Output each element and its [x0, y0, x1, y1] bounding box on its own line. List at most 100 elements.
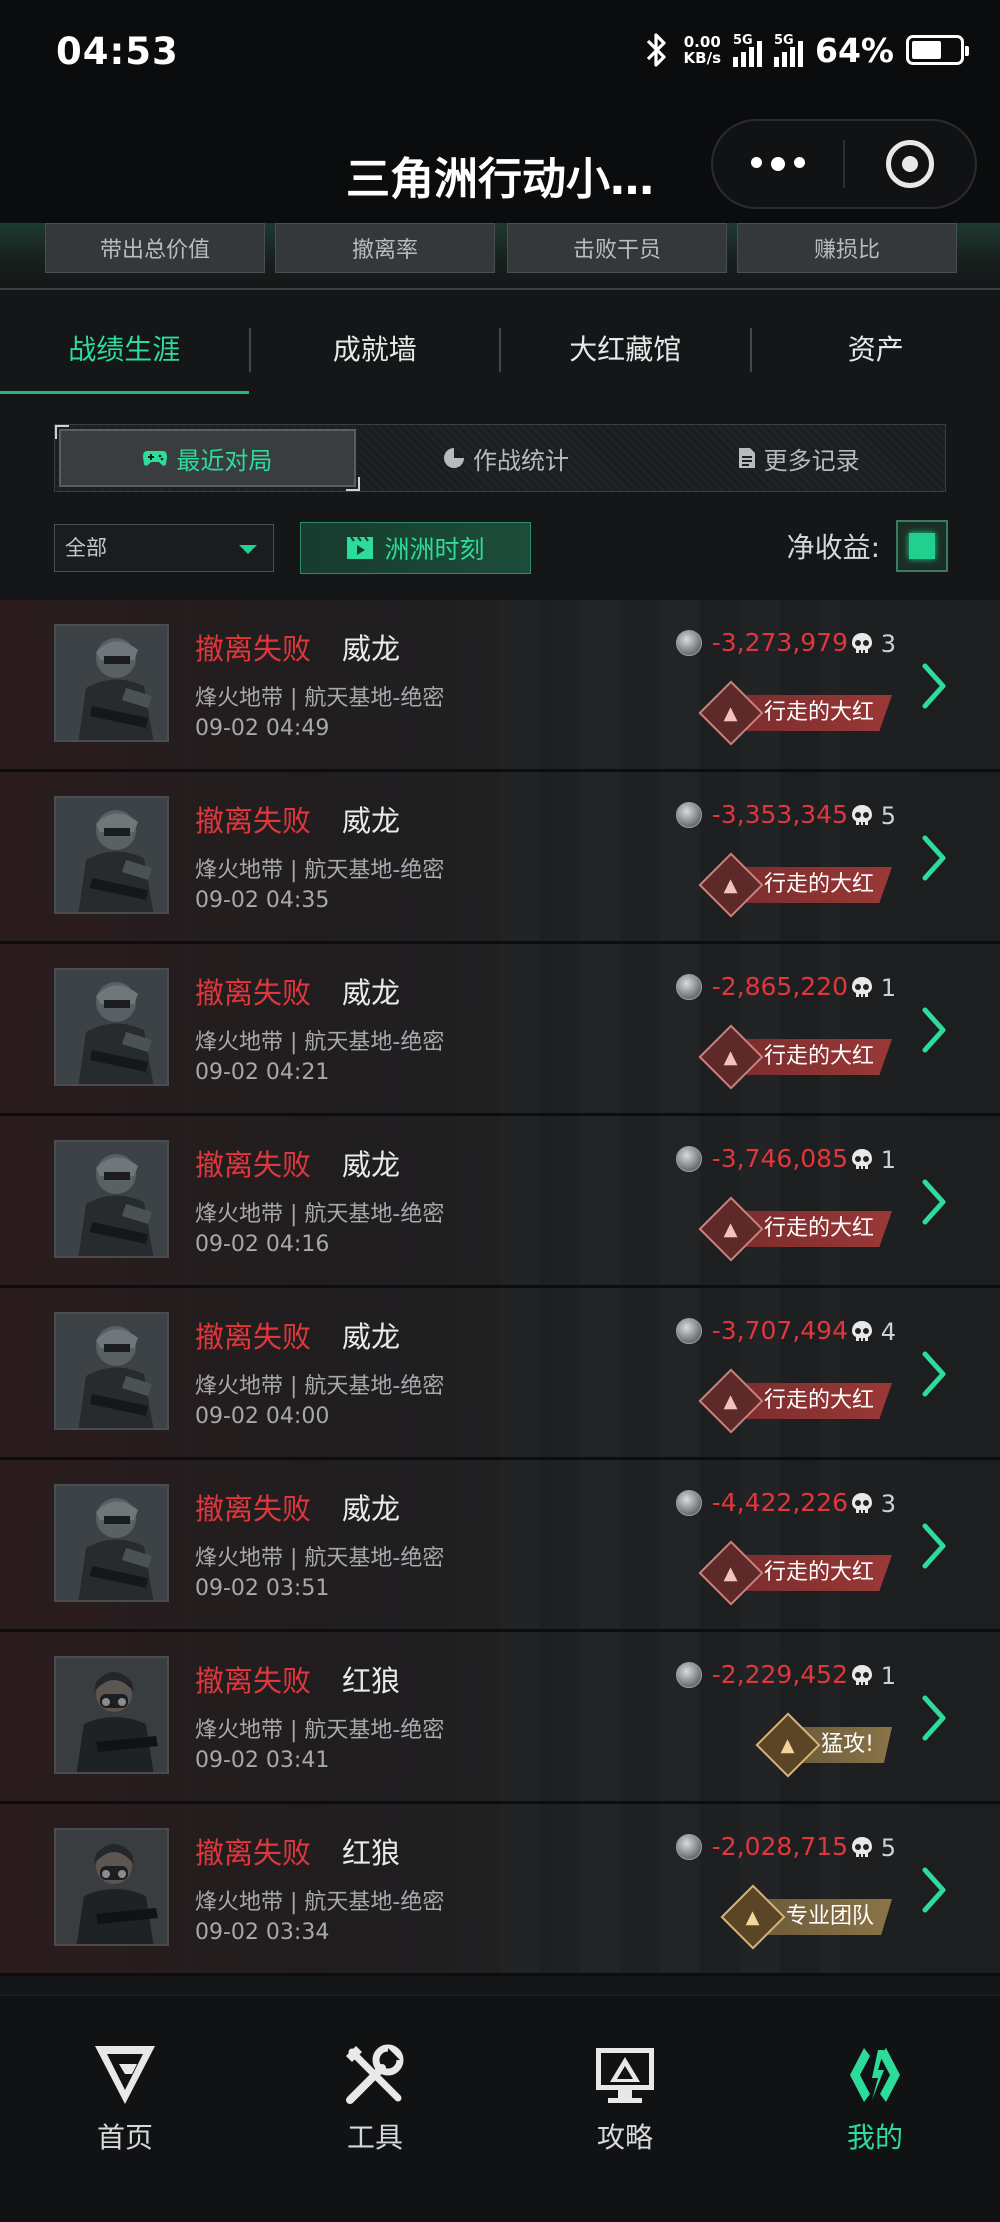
match-record-row[interactable]: 撤离失败 威龙 烽火地带 | 航天基地-绝密 09-02 03:51 -4,42… [0, 1460, 1000, 1632]
match-record-row[interactable]: 撤离失败 威龙 烽火地带 | 航天基地-绝密 09-02 04:16 -3,74… [0, 1116, 1000, 1288]
match-badge: ▲ 猛攻! [755, 1712, 892, 1778]
match-record-row[interactable]: 撤离失败 威龙 烽火地带 | 航天基地-绝密 09-02 04:49 -3,27… [0, 600, 1000, 772]
kill-count: 1 [851, 1662, 896, 1690]
coin-icon [675, 1145, 702, 1172]
match-mode-map: 烽火地带 | 航天基地-绝密 [195, 858, 445, 883]
stat-extraction-rate[interactable]: 撤离率 [275, 223, 495, 273]
operator-name: 威龙 [342, 976, 401, 1010]
signal-icon: 5G [774, 33, 803, 67]
value-amount: -2,028,715 [711, 1832, 848, 1861]
tab-career[interactable]: 战绩生涯 [0, 290, 249, 394]
kill-number: 1 [880, 974, 896, 1002]
network-type-label: 5G [774, 33, 794, 48]
nav-label: 我的 [846, 2121, 903, 2154]
close-miniprogram-button[interactable] [845, 140, 975, 188]
match-value: -2,028,715 [675, 1832, 848, 1861]
miniprogram-capsule [711, 119, 977, 209]
tab-assets[interactable]: 资产 [752, 290, 1000, 394]
chevron-right-icon[interactable] [920, 1522, 948, 1570]
match-result: 撤离失败 [195, 1148, 312, 1182]
mode-filter-dropdown[interactable]: 全部 [54, 524, 274, 572]
chevron-right-icon[interactable] [920, 834, 948, 882]
match-mode-map: 烽火地带 | 航天基地-绝密 [195, 686, 445, 711]
home-logo-icon [95, 2046, 155, 2104]
operator-name: 威龙 [342, 804, 401, 838]
kill-number: 1 [880, 1662, 896, 1690]
net-speed-value: 0.00 [683, 33, 721, 51]
nav-label: 首页 [96, 2121, 153, 2154]
segment-recent-matches[interactable]: 最近对局 [55, 425, 360, 491]
gamepad-icon [143, 451, 168, 466]
match-value: -2,865,220 [675, 972, 848, 1001]
kill-number: 3 [880, 630, 896, 658]
match-time: 09-02 04:00 [195, 1404, 330, 1429]
match-result: 撤离失败 [195, 1492, 312, 1526]
tab-red-collection[interactable]: 大红藏馆 [501, 290, 750, 394]
match-badge: ▲ 行走的大红 [698, 680, 892, 746]
kill-number: 5 [880, 1834, 896, 1862]
coin-icon [675, 801, 702, 828]
value-amount: -2,865,220 [711, 972, 848, 1001]
tab-achievements[interactable]: 成就墙 [251, 290, 500, 394]
value-amount: -3,746,085 [711, 1144, 848, 1173]
match-result: 撤离失败 [195, 632, 312, 666]
skull-icon [851, 1149, 872, 1169]
operator-name: 威龙 [342, 1492, 401, 1526]
document-icon [738, 448, 755, 468]
chevron-right-icon[interactable] [920, 1694, 948, 1742]
badge-emblem-icon: ▲ [720, 1884, 786, 1950]
chevron-right-icon[interactable] [920, 1350, 948, 1398]
chevron-right-icon[interactable] [920, 662, 948, 710]
net-profit-checkbox[interactable] [896, 520, 948, 572]
operator-avatar [54, 1656, 169, 1774]
net-speed-unit: KB/s [683, 49, 721, 67]
chevron-right-icon[interactable] [920, 1006, 948, 1054]
nav-profile[interactable]: 我的 [750, 1996, 1000, 2222]
match-mode-map: 烽火地带 | 航天基地-绝密 [195, 1374, 445, 1399]
guide-icon [596, 2048, 654, 2103]
operator-name: 红狼 [342, 1836, 401, 1870]
match-time: 09-02 04:35 [195, 888, 330, 913]
value-amount: -2,229,452 [711, 1660, 848, 1689]
match-record-row[interactable]: 撤离失败 威龙 烽火地带 | 航天基地-绝密 09-02 04:00 -3,70… [0, 1288, 1000, 1460]
stat-kills[interactable]: 击败干员 [507, 223, 727, 273]
kill-count: 3 [851, 1490, 896, 1518]
pie-chart-icon [444, 448, 464, 468]
main-tabs: 战绩生涯 成就墙 大红藏馆 资产 [0, 290, 1000, 394]
segment-more-records[interactable]: 更多记录 [652, 425, 945, 491]
clock: 04:53 [56, 30, 179, 73]
net-speed: 0.00 KB/s [684, 34, 721, 66]
match-mode-map: 烽火地带 | 航天基地-绝密 [195, 1890, 445, 1915]
match-record-row[interactable]: 撤离失败 红狼 烽火地带 | 航天基地-绝密 09-02 03:34 -2,02… [0, 1804, 1000, 1976]
match-result: 撤离失败 [195, 1320, 312, 1354]
chevron-right-icon[interactable] [920, 1178, 948, 1226]
nav-guide[interactable]: 攻略 [500, 1996, 750, 2222]
bluetooth-icon [646, 33, 666, 67]
match-mode-map: 烽火地带 | 航天基地-绝密 [195, 1546, 445, 1571]
kill-count: 5 [851, 1834, 896, 1862]
skull-icon [851, 805, 872, 825]
profile-icon [850, 2048, 900, 2102]
match-record-row[interactable]: 撤离失败 红狼 烽火地带 | 航天基地-绝密 09-02 03:41 -2,22… [0, 1632, 1000, 1804]
skull-icon [851, 633, 872, 653]
stat-profit-ratio[interactable]: 赚损比 [737, 223, 957, 273]
nav-tools[interactable]: 工具 [250, 1996, 500, 2222]
nav-home[interactable]: 首页 [0, 1996, 250, 2222]
skull-icon [851, 1321, 872, 1341]
badge-emblem-icon: ▲ [698, 1540, 764, 1606]
signal-icon: 5G [733, 33, 762, 67]
match-time: 09-02 03:41 [195, 1748, 330, 1773]
moments-button[interactable]: 洲洲时刻 [300, 522, 531, 574]
match-result: 撤离失败 [195, 976, 312, 1010]
network-type-label: 5G [733, 33, 753, 48]
more-options-button[interactable] [713, 157, 843, 171]
match-record-row[interactable]: 撤离失败 威龙 烽火地带 | 航天基地-绝密 09-02 04:21 -2,86… [0, 944, 1000, 1116]
match-time: 09-02 03:34 [195, 1920, 330, 1945]
segment-battle-stats[interactable]: 作战统计 [360, 425, 653, 491]
match-record-row[interactable]: 撤离失败 威龙 烽火地带 | 航天基地-绝密 09-02 04:35 -3,35… [0, 772, 1000, 944]
chevron-right-icon[interactable] [920, 1866, 948, 1914]
stat-total-value[interactable]: 带出总价值 [45, 223, 265, 273]
nav-label: 攻略 [596, 2121, 653, 2154]
operator-name: 威龙 [342, 1148, 401, 1182]
operator-avatar [54, 1312, 169, 1430]
